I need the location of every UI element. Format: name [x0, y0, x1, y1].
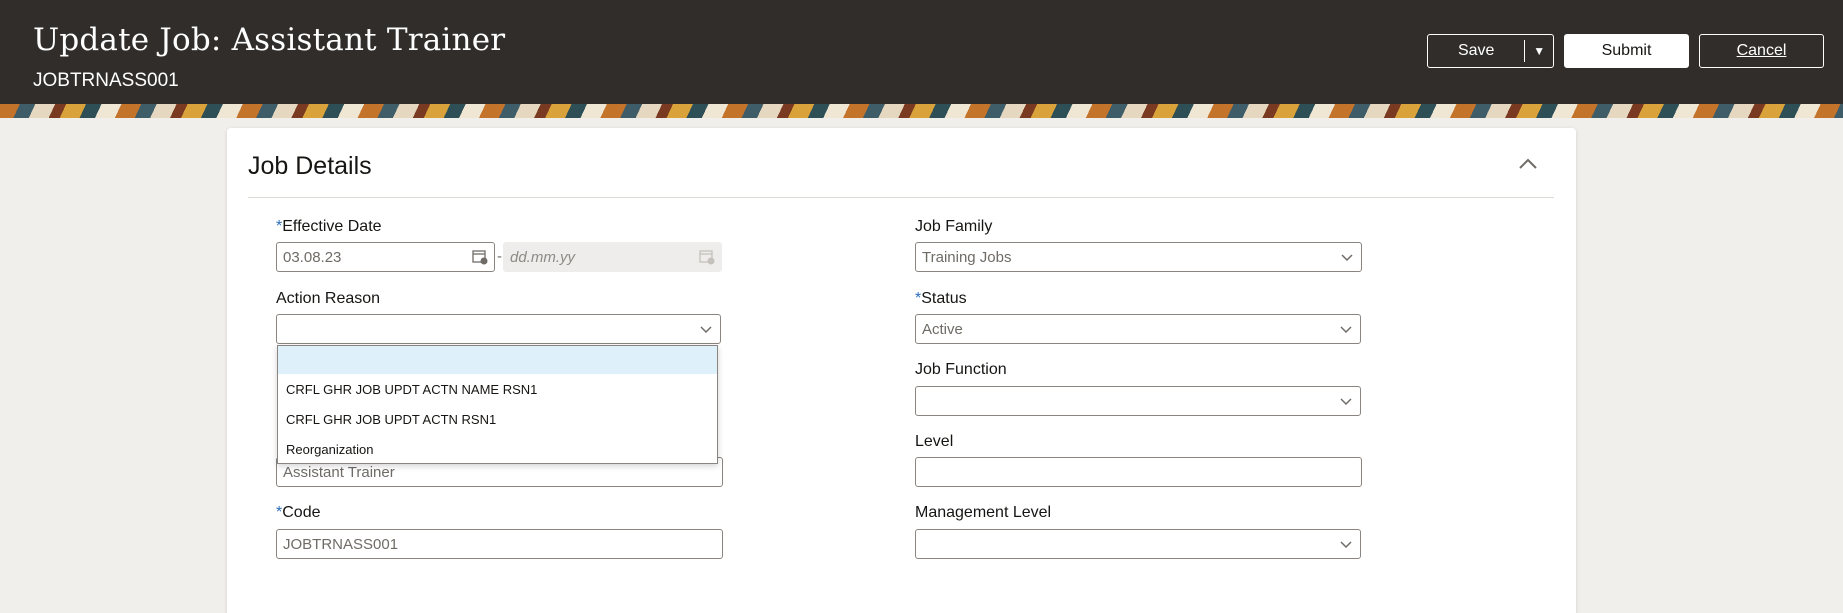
- chevron-down-icon[interactable]: [1340, 539, 1352, 549]
- page-title: Update Job: Assistant Trainer: [33, 22, 506, 58]
- chevron-down-icon[interactable]: [1340, 324, 1352, 334]
- page-header: Update Job: Assistant Trainer JOBTRNASS0…: [0, 0, 1843, 104]
- dropdown-option[interactable]: CRFL GHR JOB UPDT ACTN NAME RSN1: [278, 374, 717, 404]
- section-divider: [248, 197, 1554, 198]
- effective-date-end-input: dd.mm.yy: [503, 242, 722, 272]
- job-family-value: Training Jobs: [922, 248, 1012, 266]
- save-button[interactable]: Save ▼: [1427, 34, 1554, 68]
- dropdown-option-blank[interactable]: [278, 346, 717, 374]
- cancel-button[interactable]: Cancel: [1699, 34, 1824, 68]
- code-value: JOBTRNASS001: [283, 535, 399, 553]
- level-label: Level: [915, 433, 954, 450]
- dropdown-option[interactable]: CRFL GHR JOB UPDT ACTN RSN1: [278, 404, 717, 434]
- chevron-down-icon[interactable]: [1340, 396, 1352, 406]
- decorative-banner: [0, 104, 1843, 118]
- save-button-label: Save: [1457, 42, 1495, 59]
- page-subtitle: JOBTRNASS001: [33, 70, 179, 91]
- status-select[interactable]: Active: [915, 314, 1361, 344]
- management-level-select[interactable]: [915, 529, 1361, 559]
- dropdown-option[interactable]: Reorganization: [278, 434, 717, 464]
- job-name-value: Assistant Trainer: [283, 463, 395, 481]
- job-family-select[interactable]: Training Jobs: [915, 242, 1362, 272]
- job-function-label: Job Function: [915, 361, 1007, 378]
- effective-date-end-placeholder: dd.mm.yy: [510, 248, 576, 266]
- collapse-chevron-up-icon[interactable]: [1516, 154, 1540, 174]
- action-reason-dropdown-list: CRFL GHR JOB UPDT ACTN NAME RSN1 CRFL GH…: [277, 345, 718, 464]
- code-label: *Code: [276, 504, 321, 521]
- level-input[interactable]: [915, 457, 1362, 487]
- chevron-down-icon[interactable]: [700, 324, 712, 334]
- calendar-icon[interactable]: [472, 249, 488, 265]
- date-range-separator: -: [497, 248, 502, 265]
- job-function-select[interactable]: [915, 386, 1361, 416]
- job-family-label: Job Family: [915, 218, 993, 235]
- code-input[interactable]: JOBTRNASS001: [276, 529, 723, 559]
- effective-date-start-input[interactable]: 03.08.23: [276, 242, 495, 272]
- management-level-label: Management Level: [915, 504, 1052, 521]
- action-reason-select[interactable]: [276, 314, 721, 344]
- action-reason-label: Action Reason: [276, 290, 381, 307]
- calendar-icon: [699, 250, 715, 265]
- section-title: Job Details: [248, 152, 372, 180]
- save-options-dropdown-icon[interactable]: ▼: [1525, 44, 1553, 58]
- effective-date-label: *Effective Date: [276, 218, 382, 235]
- status-value: Active: [922, 320, 963, 338]
- status-label: *Status: [915, 290, 967, 307]
- chevron-down-icon[interactable]: [1341, 252, 1353, 262]
- effective-date-start-value: 03.08.23: [283, 248, 342, 266]
- submit-button[interactable]: Submit: [1564, 34, 1689, 68]
